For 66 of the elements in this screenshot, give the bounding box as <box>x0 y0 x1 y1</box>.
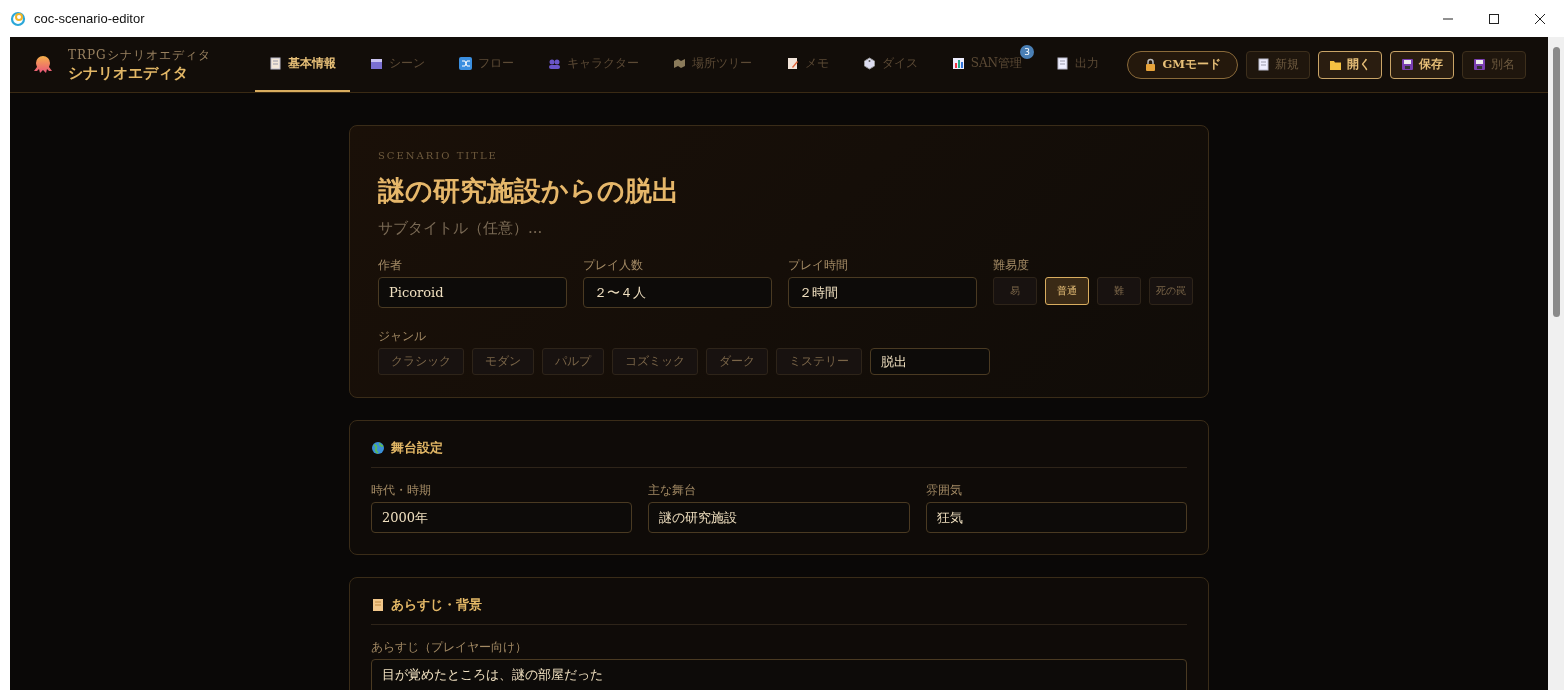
section-title: あらすじ・背景 <box>391 596 482 614</box>
section-title: 舞台設定 <box>391 439 443 457</box>
clapperboard-icon <box>369 57 383 70</box>
text-field[interactable]: Picoroid <box>378 277 567 308</box>
difficulty-option[interactable]: 難 <box>1097 277 1141 305</box>
nav-tab[interactable]: 出力 <box>1042 37 1114 92</box>
field-label: あらすじ（プレイヤー向け） <box>371 639 528 656</box>
document-icon <box>1056 57 1070 70</box>
field-label: プレイ人数 <box>583 257 644 274</box>
text-field[interactable]: ２〜４人 <box>583 277 772 308</box>
people-icon <box>547 57 561 70</box>
maximize-icon[interactable] <box>1488 12 1500 25</box>
subtitle-field[interactable]: サブタイトル（任意）... <box>378 219 778 237</box>
field-label: 時代・時期 <box>371 482 432 499</box>
field-label: 難易度 <box>993 257 1030 274</box>
text-field[interactable]: ２時間 <box>788 277 977 308</box>
genre-option[interactable]: クラシック <box>378 348 464 375</box>
nav-tab[interactable]: シーン <box>355 37 439 92</box>
card-eyebrow: SCENARIO TITLE <box>378 150 499 161</box>
nav-tab[interactable]: 場所ツリー <box>658 37 766 92</box>
genre-option[interactable]: コズミック <box>612 348 698 375</box>
brand-title: シナリオエディタ <box>68 63 189 83</box>
toolbar-button[interactable]: 保存 <box>1390 50 1454 79</box>
field-label: 主な舞台 <box>648 482 698 499</box>
text-field[interactable]: 2000年 <box>371 502 633 533</box>
scenario-title: 謎の研究施設からの脱出 <box>378 174 680 208</box>
nav-tab[interactable]: 基本情報 <box>254 37 350 92</box>
genre-option[interactable]: パルプ <box>542 348 604 375</box>
field-label: 作者 <box>378 257 403 274</box>
field-label: プレイ時間 <box>788 257 849 274</box>
genre-field[interactable]: 脱出 <box>870 348 990 375</box>
text-field[interactable]: 狂気 <box>925 502 1187 533</box>
memo-icon <box>785 57 799 70</box>
text-field[interactable]: 謎の研究施設 <box>648 502 910 533</box>
nav-tab[interactable]: SAN管理 3 <box>937 37 1037 92</box>
octopus-logo-icon <box>32 53 54 76</box>
nav-tab[interactable]: メモ <box>771 37 843 92</box>
scrollbar-thumb[interactable] <box>1552 47 1560 317</box>
bar-chart-icon <box>951 57 965 70</box>
genre-option[interactable]: ダーク <box>706 348 768 375</box>
app-icon <box>10 10 26 27</box>
difficulty-option[interactable]: 死の罠 <box>1149 277 1193 305</box>
scroll-icon <box>371 598 385 612</box>
nav-tab[interactable]: キャラクター <box>533 37 653 92</box>
close-icon[interactable] <box>1534 12 1546 25</box>
padlock-icon <box>1144 58 1158 71</box>
genre-option[interactable]: ミステリー <box>776 348 862 375</box>
globe-icon <box>371 441 385 455</box>
nav-tab[interactable]: ダイス <box>848 37 932 92</box>
window-title: coc-scenario-editor <box>34 11 146 26</box>
folder-icon <box>1329 58 1342 71</box>
shuffle-icon <box>458 57 472 70</box>
difficulty-option[interactable]: 普通 <box>1045 277 1089 305</box>
genre-option[interactable]: モダン <box>472 348 534 375</box>
document-icon <box>268 57 282 70</box>
toolbar-button[interactable]: 開く <box>1318 50 1382 79</box>
count-badge: 3 <box>1020 45 1035 59</box>
document-icon <box>1257 58 1270 71</box>
text-area[interactable]: 目が覚めたところは、謎の部屋だった <box>371 659 1187 690</box>
map-icon <box>672 57 686 70</box>
brand-subtitle: TRPGシナリオエディタ <box>68 46 211 64</box>
field-label: 雰囲気 <box>925 482 963 499</box>
difficulty-option[interactable]: 易 <box>993 277 1037 305</box>
toolbar-button[interactable]: GMモード <box>1127 50 1238 79</box>
scrollbar[interactable] <box>1548 37 1564 690</box>
field-label: ジャンル <box>378 328 427 345</box>
